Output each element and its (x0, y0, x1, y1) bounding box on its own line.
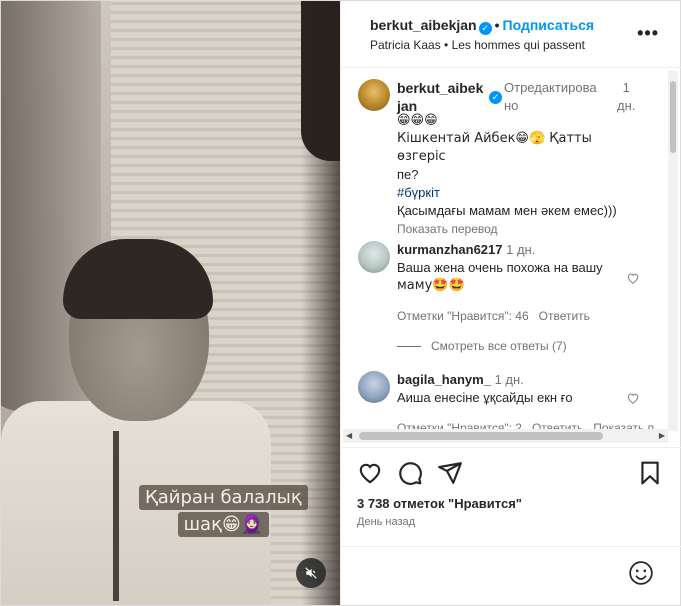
comment-username[interactable]: bagila_hanym_ (397, 372, 491, 387)
caption-header: berkut_aibek jan ✓ Отредактирова но 1 дн. (397, 79, 635, 115)
reply-button[interactable]: Ответить (532, 421, 583, 429)
avatar[interactable] (358, 371, 390, 403)
speaker-muted-icon (305, 567, 317, 579)
caption-text-line: пе? (397, 167, 419, 182)
replies-divider (397, 346, 421, 348)
post-header: berkut_aibekjan ✓ • Подписаться Patricia Ka… (341, 1, 681, 68)
comment-bubble-icon[interactable] (397, 460, 423, 486)
photo-zipper (113, 431, 119, 601)
more-options-icon[interactable]: ••• (637, 23, 659, 44)
comment-time[interactable]: 1 дн. (506, 242, 535, 257)
add-comment-bar (341, 546, 681, 605)
like-heart-icon[interactable] (357, 460, 383, 486)
reply-button[interactable]: Ответить (539, 309, 590, 323)
caption-username[interactable]: berkut_aibek jan (397, 79, 483, 115)
comment-time[interactable]: 1 дн. (495, 372, 524, 387)
caption-text-line: Қасымдағы мамам мен әкем емес))) (397, 203, 617, 218)
mute-button[interactable] (296, 558, 326, 588)
show-translation-link[interactable]: Показать перевод (397, 220, 633, 238)
comment-likes[interactable]: Отметки "Нравится": 2 (397, 421, 522, 429)
post-date[interactable]: День назад (357, 516, 415, 528)
comment-like-heart-icon[interactable] (626, 271, 640, 285)
likes-count[interactable]: 3 738 отметок "Нравится" (357, 496, 522, 511)
post-media[interactable]: Қайран балалық шақ😁🧕🏻 (1, 1, 340, 605)
share-send-icon[interactable] (437, 460, 463, 486)
scroll-left-arrow-icon[interactable]: ◀ (346, 431, 352, 440)
scrollbar-thumb[interactable] (359, 432, 603, 440)
header-username[interactable]: berkut_aibekjan (370, 17, 477, 33)
header-separator: • (494, 17, 500, 33)
hashtag-link[interactable]: #бүркіт (397, 184, 633, 202)
view-all-replies[interactable]: Смотреть все ответы (7) (397, 339, 567, 353)
verified-badge-icon: ✓ (478, 22, 492, 35)
comment-item: kurmanzhan6217 1 дн. Ваша жена очень пох… (397, 241, 633, 325)
scroll-right-arrow-icon[interactable]: ▶ (659, 431, 665, 440)
comment-text: маму🤩🤩 (397, 278, 465, 293)
edited-label: Отредактирова но (504, 80, 597, 113)
caption-block: berkut_aibek jan ✓ Отредактирова но 1 дн. 😁… (397, 79, 635, 238)
avatar[interactable] (358, 241, 390, 273)
comment-actions: Отметки "Нравится": 46 Ответить (397, 307, 633, 325)
comment-like-heart-icon[interactable] (626, 391, 640, 405)
scrollbar-thumb[interactable] (670, 81, 676, 153)
verified-badge-icon: ✓ (489, 91, 502, 104)
comment-likes[interactable]: Отметки "Нравится": 46 (397, 309, 529, 323)
music-link[interactable]: Patricia Kaas • Les hommes qui passent (370, 38, 585, 52)
comment-username[interactable]: kurmanzhan6217 (397, 242, 503, 257)
comment-text: Ваша жена очень похожа на вашу (397, 260, 603, 275)
save-bookmark-icon[interactable] (637, 460, 663, 486)
caption-time[interactable]: 1 дн. (617, 79, 635, 115)
follow-button[interactable]: Подписаться (503, 17, 595, 33)
avatar[interactable] (358, 79, 390, 111)
comments-section[interactable]: berkut_aibek jan ✓ Отредактирова но 1 дн. 😁… (341, 69, 681, 429)
overlay-line-1: Қайран балалық (139, 485, 308, 510)
overlay-line-2: шақ😁🧕🏻 (177, 512, 270, 537)
emoji-smiley-icon[interactable] (628, 560, 654, 586)
caption-text-line: Кішкентай Айбек😁🫣 Қатты өзгеріс (397, 131, 592, 164)
horizontal-scrollbar[interactable]: ◀ ▶ (343, 429, 668, 443)
comment-actions: Отметки "Нравится": 2 Ответить Показать п (397, 419, 677, 429)
vertical-scrollbar[interactable] (668, 71, 678, 431)
header-user-row: berkut_aibekjan ✓ • Подписаться (370, 17, 594, 35)
video-overlay-text: Қайран балалық шақ😁🧕🏻 (139, 485, 308, 539)
post-side-panel: berkut_aibekjan ✓ • Подписаться Patricia Ka… (340, 1, 681, 605)
show-translation-link[interactable]: Показать п (593, 421, 654, 429)
